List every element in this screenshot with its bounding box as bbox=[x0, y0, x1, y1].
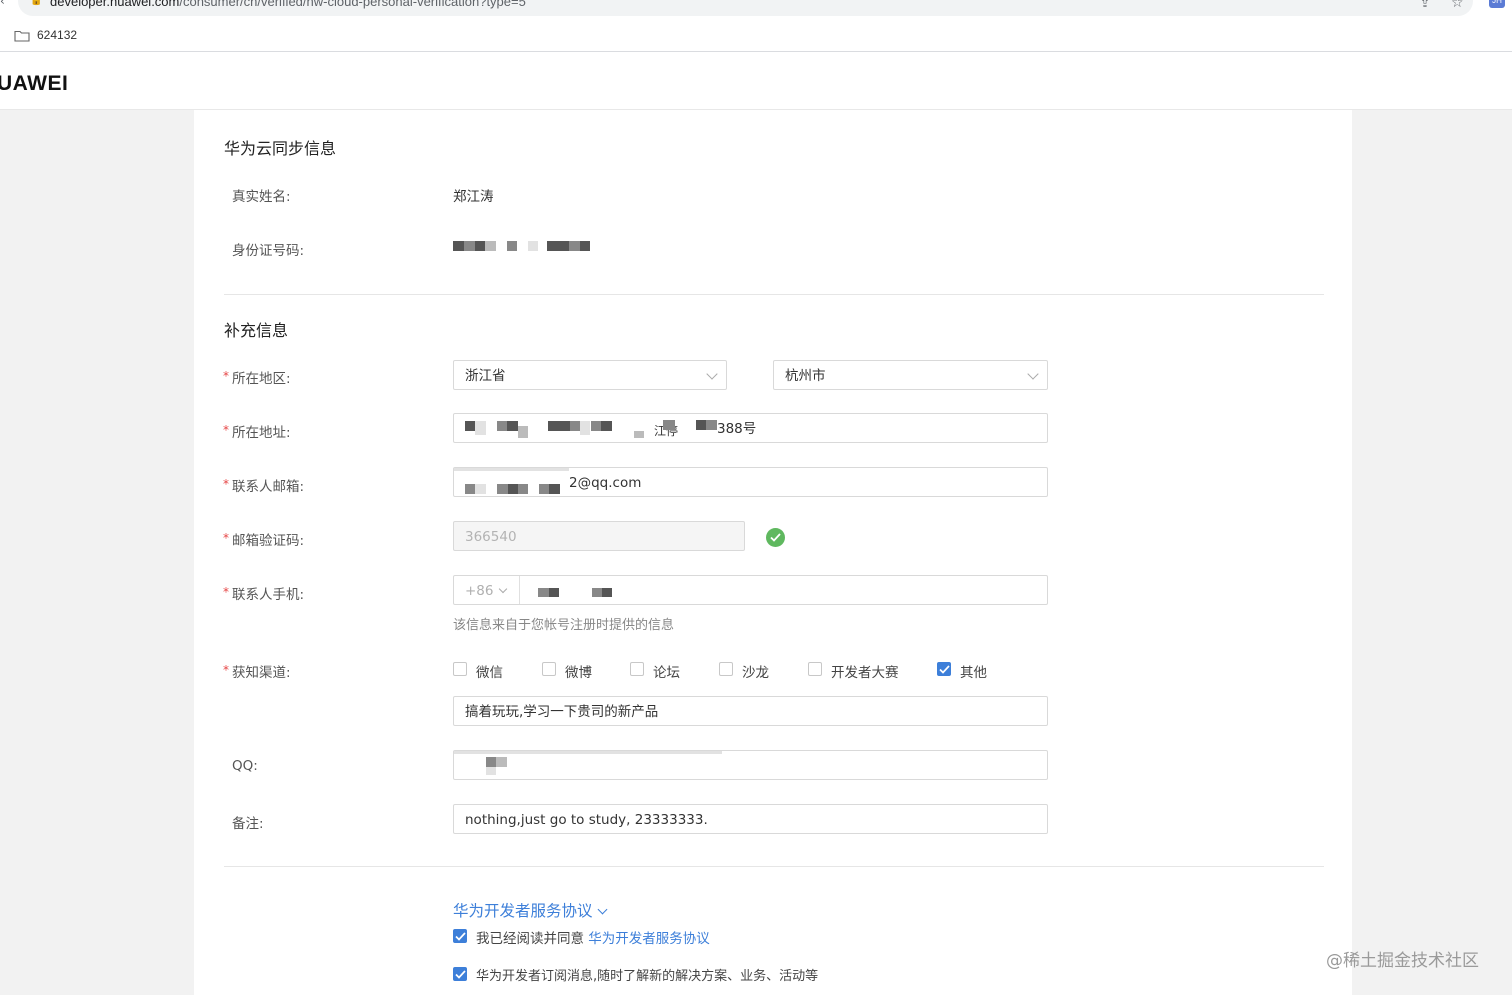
verification-form: 华为云同步信息 真实姓名: 郑江涛 身份证号码: 补充信息 * 所在地区: 浙江… bbox=[194, 110, 1352, 995]
qq-label: QQ: bbox=[232, 758, 258, 774]
channel-salon-checkbox[interactable] bbox=[719, 662, 733, 676]
agreement-toggle[interactable]: 华为开发者服务协议 bbox=[453, 899, 607, 921]
bookmark-item[interactable]: 624132 bbox=[37, 28, 77, 42]
channel-wechat-label[interactable]: 微信 bbox=[476, 661, 503, 681]
subscribe-checkbox[interactable] bbox=[453, 967, 467, 981]
extension-badge[interactable]: JH bbox=[1489, 0, 1505, 8]
remark-value: nothing,just go to study, 23333333. bbox=[465, 812, 708, 828]
site-header: UAWEI bbox=[0, 52, 1512, 110]
channel-weibo-checkbox[interactable] bbox=[542, 662, 556, 676]
channel-salon-label[interactable]: 沙龙 bbox=[742, 661, 769, 681]
required-mark: * bbox=[223, 423, 229, 437]
email-label: 联系人邮箱: bbox=[232, 479, 305, 495]
huawei-logo[interactable]: UAWEI bbox=[0, 72, 68, 96]
city-value: 杭州市 bbox=[785, 368, 826, 384]
section-divider bbox=[224, 294, 1324, 295]
channel-wechat-checkbox[interactable] bbox=[453, 662, 467, 676]
folder-icon[interactable] bbox=[14, 30, 30, 42]
required-mark: * bbox=[223, 477, 229, 491]
address-label: 所在地址: bbox=[232, 425, 291, 441]
lock-icon[interactable]: 🔒 bbox=[30, 0, 42, 6]
channel-contest-checkbox[interactable] bbox=[808, 662, 822, 676]
verified-check-icon bbox=[766, 528, 785, 547]
channel-forum-checkbox[interactable] bbox=[630, 662, 644, 676]
country-code-select[interactable]: +86 bbox=[454, 576, 520, 604]
share-icon[interactable]: ⇪ bbox=[1420, 0, 1430, 10]
channel-other-value: 搞着玩玩,学习一下贵司的新产品 bbox=[465, 704, 659, 720]
agreement-link[interactable]: 华为开发者服务协议 bbox=[588, 931, 710, 947]
id-number-label: 身份证号码: bbox=[232, 243, 305, 259]
chevron-down-icon bbox=[597, 904, 607, 915]
channel-other-checkbox[interactable] bbox=[937, 662, 951, 676]
email-input[interactable]: 2@qq.com bbox=[453, 467, 1048, 497]
phone-input[interactable]: +86 bbox=[453, 575, 1048, 605]
qq-input[interactable] bbox=[453, 750, 1048, 780]
remark-label: 备注: bbox=[232, 816, 264, 832]
address-input[interactable]: 江停 388号 bbox=[453, 413, 1048, 443]
required-mark: * bbox=[223, 531, 229, 545]
channel-forum-label[interactable]: 论坛 bbox=[653, 661, 680, 681]
chevron-down-icon bbox=[498, 584, 508, 594]
url-text[interactable]: developer.huawei.com/consumer/cn/verifie… bbox=[50, 0, 526, 9]
email-visible-part: 2@qq.com bbox=[569, 475, 642, 491]
bookmark-star-icon[interactable]: ☆ bbox=[1451, 0, 1464, 11]
back-arrow-icon[interactable]: ‹ bbox=[0, 0, 5, 8]
chevron-down-icon bbox=[706, 368, 718, 380]
phone-label: 联系人手机: bbox=[232, 587, 305, 603]
phone-hint: 该信息来自于您帐号注册时提供的信息 bbox=[453, 618, 675, 633]
address-visible-part-2: 388号 bbox=[717, 421, 757, 437]
agreement-title: 华为开发者服务协议 bbox=[453, 902, 593, 920]
channel-label: 获知渠道: bbox=[232, 665, 291, 681]
channel-contest-label[interactable]: 开发者大赛 bbox=[831, 661, 899, 681]
remark-input[interactable]: nothing,just go to study, 23333333. bbox=[453, 804, 1048, 834]
section-divider bbox=[224, 866, 1324, 867]
channel-weibo-label[interactable]: 微博 bbox=[565, 661, 592, 681]
email-code-value: 366540 bbox=[465, 529, 517, 545]
city-select[interactable]: 杭州市 bbox=[773, 360, 1048, 390]
extra-section-title: 补充信息 bbox=[224, 321, 289, 340]
sync-section-title: 华为云同步信息 bbox=[224, 139, 337, 158]
subscribe-text: 华为开发者订阅消息,随时了解新的解决方案、业务、活动等 bbox=[476, 969, 819, 984]
browser-toolbar: ‹ 🔒 developer.huawei.com/consumer/cn/ver… bbox=[0, 0, 1512, 24]
real-name-value: 郑江涛 bbox=[453, 189, 494, 205]
region-label: 所在地区: bbox=[232, 371, 291, 387]
channel-other-label[interactable]: 其他 bbox=[960, 661, 987, 681]
bookmarks-bar: 624132 bbox=[0, 24, 1512, 52]
required-mark: * bbox=[223, 585, 229, 599]
agree-checkbox[interactable] bbox=[453, 929, 467, 943]
email-code-label: 邮箱验证码: bbox=[232, 533, 305, 549]
real-name-label: 真实姓名: bbox=[232, 189, 291, 205]
required-mark: * bbox=[223, 663, 229, 677]
chevron-down-icon bbox=[1027, 368, 1039, 380]
required-mark: * bbox=[223, 369, 229, 383]
agree-text: 我已经阅读并同意 华为开发者服务协议 bbox=[476, 931, 710, 947]
channel-other-input[interactable]: 搞着玩玩,学习一下贵司的新产品 bbox=[453, 696, 1048, 726]
province-value: 浙江省 bbox=[465, 368, 506, 384]
watermark: @稀土掘金技术社区 bbox=[1326, 951, 1479, 971]
country-code-value: +86 bbox=[465, 583, 494, 599]
email-code-input[interactable]: 366540 bbox=[453, 521, 745, 551]
province-select[interactable]: 浙江省 bbox=[453, 360, 727, 390]
